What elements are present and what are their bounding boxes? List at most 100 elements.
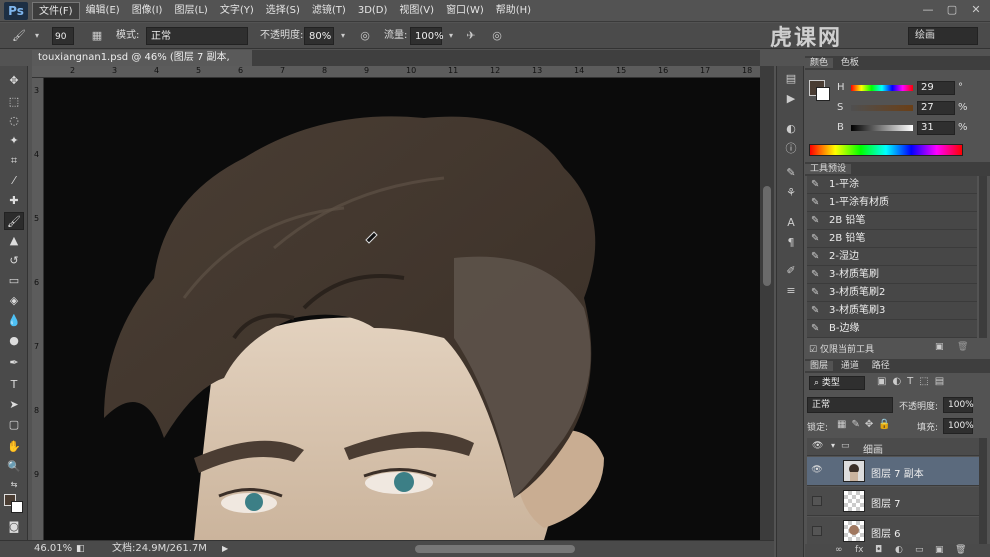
layer-filter-icons[interactable]: ▣◐T⬚▤ bbox=[877, 376, 950, 387]
layer-mask-icon[interactable]: ◘ bbox=[875, 544, 882, 557]
presets-scrollbar[interactable] bbox=[979, 176, 987, 338]
shape-tool-icon[interactable]: ▢ bbox=[4, 416, 24, 434]
visibility-toggle[interactable] bbox=[812, 496, 822, 506]
document-canvas[interactable] bbox=[44, 78, 760, 540]
status-menu-arrow-icon[interactable]: ▶ bbox=[222, 541, 228, 557]
paint-bucket-icon[interactable]: ◈ bbox=[4, 292, 24, 310]
delete-layer-icon[interactable]: 🗑 bbox=[955, 544, 966, 557]
mode-dropdown[interactable]: 正常 bbox=[146, 27, 248, 45]
lasso-tool-icon[interactable]: ◌ bbox=[4, 112, 24, 130]
preset-item[interactable]: ✎ 2B 铅笔 bbox=[807, 212, 977, 230]
preset-item[interactable]: ✎ 3-材质笔刷3 bbox=[807, 302, 977, 320]
eye-icon[interactable]: 👁 bbox=[812, 441, 823, 451]
tab-paths[interactable]: 路径 bbox=[867, 361, 895, 371]
history-brush-icon[interactable]: ↺ bbox=[4, 252, 24, 270]
brush-presets-icon[interactable]: ✎ bbox=[781, 164, 801, 182]
layer-row[interactable]: 图层 6 bbox=[807, 517, 979, 546]
menu-type[interactable]: 文字(Y) bbox=[214, 2, 260, 20]
eraser-tool-icon[interactable]: ▭ bbox=[4, 272, 24, 290]
link-layers-icon[interactable]: ∞ bbox=[835, 544, 843, 557]
adjustment-layer-icon[interactable]: ◐ bbox=[895, 544, 903, 557]
chevron-down-icon[interactable]: ▾ bbox=[28, 27, 46, 45]
pressure-opacity-icon[interactable]: ◎ bbox=[356, 27, 374, 45]
eye-icon[interactable]: 👁 bbox=[810, 465, 824, 477]
tool-presets-icon[interactable]: ✐ bbox=[781, 262, 801, 280]
history-panel-icon[interactable]: ▤ bbox=[781, 70, 801, 88]
menu-image[interactable]: 图像(I) bbox=[126, 2, 169, 20]
eyedropper-icon[interactable]: ⁄ bbox=[4, 172, 24, 190]
layer-opacity-input[interactable]: 100% bbox=[943, 397, 974, 413]
opacity-dropdown-icon[interactable]: ▾ bbox=[334, 27, 352, 45]
menu-window[interactable]: 窗口(W) bbox=[440, 2, 490, 20]
pen-tool-icon[interactable]: ✒ bbox=[4, 354, 24, 372]
zoom-level[interactable]: 46.01% bbox=[34, 541, 72, 557]
layer-row[interactable]: 👁 图层 7 副本 bbox=[807, 457, 979, 486]
clone-source-icon[interactable]: ⚘ bbox=[781, 184, 801, 202]
marquee-tool-icon[interactable]: ⬚ bbox=[4, 93, 24, 111]
menu-3d[interactable]: 3D(D) bbox=[352, 2, 394, 20]
tab-color[interactable]: 颜色 bbox=[805, 58, 834, 68]
new-group-icon[interactable]: ▭ bbox=[915, 544, 924, 557]
layer-group-row[interactable]: 👁 ▾ ▭ 细画 bbox=[807, 438, 979, 456]
swap-colors-icon[interactable]: ⇆ bbox=[4, 476, 24, 494]
brightness-slider[interactable] bbox=[851, 125, 913, 131]
saturation-slider[interactable] bbox=[851, 105, 913, 111]
flow-dropdown-icon[interactable]: ▾ bbox=[442, 27, 460, 45]
new-preset-icon[interactable]: ▣ bbox=[935, 342, 944, 352]
menu-file[interactable]: 文件(F) bbox=[32, 2, 80, 20]
group-expand-icon[interactable]: ▾ bbox=[831, 441, 835, 450]
maximize-button[interactable]: ▢ bbox=[942, 2, 962, 18]
paragraph-panel-icon[interactable]: ¶ bbox=[781, 234, 801, 252]
status-info-icon[interactable]: ◧ bbox=[76, 541, 85, 557]
tab-swatches[interactable]: 色板 bbox=[836, 58, 864, 68]
horizontal-ruler[interactable]: 2 3 4 5 6 7 8 9 10 11 12 13 14 15 16 17 18 bbox=[32, 66, 760, 78]
brush-tool-icon[interactable]: 🖌 bbox=[4, 212, 24, 230]
zoom-tool-icon[interactable]: 🔍 bbox=[4, 458, 24, 476]
current-tool-only-checkbox[interactable]: ☑ 仅限当前工具 bbox=[809, 342, 874, 355]
properties-panel-icon[interactable]: ≡ bbox=[781, 282, 801, 300]
menu-layer[interactable]: 图层(L) bbox=[168, 2, 213, 20]
saturation-input[interactable]: 27 bbox=[917, 101, 955, 115]
move-tool-icon[interactable]: ✥ bbox=[4, 72, 24, 90]
menu-edit[interactable]: 编辑(E) bbox=[80, 2, 126, 20]
brush-tool-icon[interactable]: 🖌 bbox=[10, 27, 28, 45]
pressure-size-icon[interactable]: ◎ bbox=[488, 27, 506, 45]
preset-item[interactable]: ✎ 2B 铅笔 bbox=[807, 230, 977, 248]
brightness-input[interactable]: 31 bbox=[917, 121, 955, 135]
adjustments-panel-icon[interactable]: ◐ bbox=[781, 120, 801, 138]
preset-item[interactable]: ✎ 3-材质笔刷2 bbox=[807, 284, 977, 302]
preset-item[interactable]: ✎ B-边缘 bbox=[807, 320, 977, 338]
flow-input[interactable]: 100% bbox=[410, 27, 444, 45]
healing-brush-icon[interactable]: ✚ bbox=[4, 192, 24, 210]
type-tool-icon[interactable]: T bbox=[4, 376, 24, 394]
delete-preset-icon[interactable]: 🗑 bbox=[957, 342, 968, 352]
character-panel-icon[interactable]: A bbox=[781, 214, 801, 232]
layer-row[interactable]: 图层 7 bbox=[807, 487, 979, 516]
close-button[interactable]: ✕ bbox=[966, 2, 986, 18]
preset-item[interactable]: ✎ 3-材质笔刷 bbox=[807, 266, 977, 284]
preset-item[interactable]: ✎ 1-平涂有材质 bbox=[807, 194, 977, 212]
lock-icons[interactable]: ▦✎✥🔒 bbox=[837, 419, 896, 430]
menu-select[interactable]: 选择(S) bbox=[260, 2, 306, 20]
vertical-ruler[interactable]: 3 4 5 6 7 8 9 bbox=[32, 78, 44, 540]
dodge-tool-icon[interactable]: ● bbox=[4, 332, 24, 350]
menu-help[interactable]: 帮助(H) bbox=[490, 2, 537, 20]
crop-tool-icon[interactable]: ⌗ bbox=[4, 152, 24, 170]
hand-tool-icon[interactable]: ✋ bbox=[4, 438, 24, 456]
opacity-input[interactable]: 80% bbox=[304, 27, 334, 45]
brush-size-picker[interactable]: 90 bbox=[52, 27, 74, 45]
minimize-button[interactable]: — bbox=[918, 2, 938, 18]
layer-filter-dropdown[interactable]: ⌕ 类型 bbox=[809, 376, 865, 390]
menu-view[interactable]: 视图(V) bbox=[393, 2, 440, 20]
brush-panel-icon[interactable]: ▦ bbox=[88, 27, 106, 45]
visibility-toggle[interactable] bbox=[812, 526, 822, 536]
vertical-scrollbar[interactable] bbox=[760, 66, 774, 540]
background-color-swatch[interactable] bbox=[11, 501, 23, 513]
color-spectrum-bar[interactable] bbox=[809, 144, 963, 156]
layer-style-button[interactable]: fx bbox=[855, 544, 864, 557]
blend-mode-dropdown[interactable]: 正常 bbox=[807, 397, 893, 413]
hue-slider[interactable] bbox=[851, 85, 913, 91]
color-bg-swatch[interactable] bbox=[816, 87, 830, 101]
airbrush-icon[interactable]: ✈ bbox=[462, 27, 480, 45]
vertical-scroll-thumb[interactable] bbox=[763, 186, 771, 286]
